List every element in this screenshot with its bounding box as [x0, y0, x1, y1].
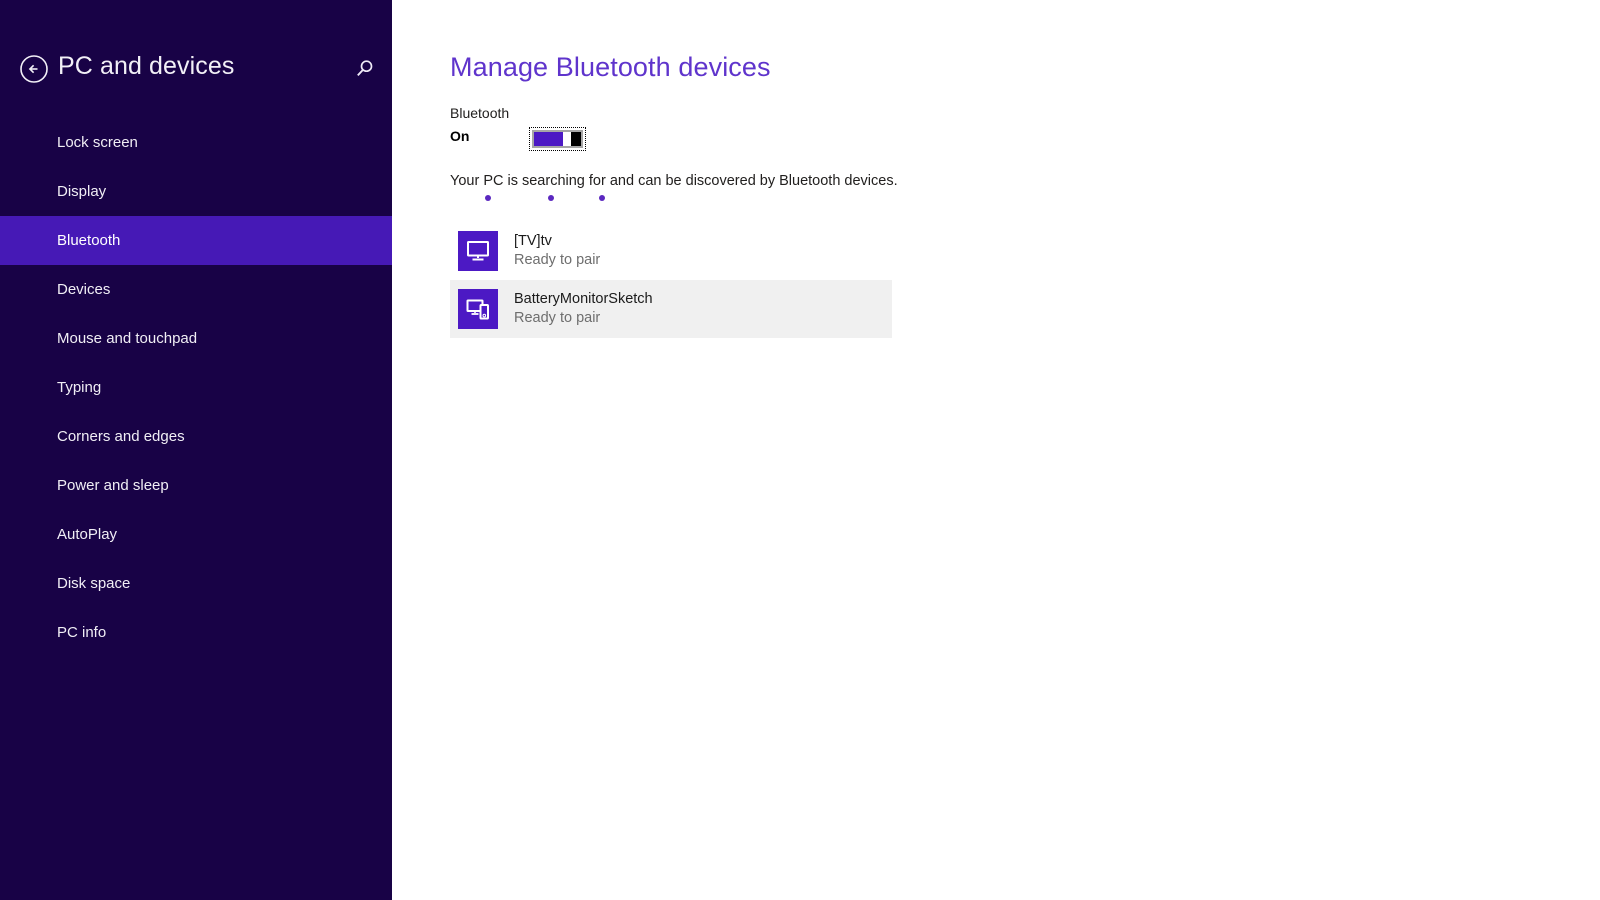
sidebar-item-power-and-sleep[interactable]: Power and sleep	[0, 461, 392, 510]
sidebar-item-disk-space[interactable]: Disk space	[0, 559, 392, 608]
sidebar-item-pc-info[interactable]: PC info	[0, 608, 392, 657]
sidebar-item-typing[interactable]: Typing	[0, 363, 392, 412]
progress-dot	[599, 195, 605, 201]
sidebar-item-display[interactable]: Display	[0, 167, 392, 216]
device-name: [TV]tv	[514, 233, 552, 249]
sidebar-item-corners-and-edges[interactable]: Corners and edges	[0, 412, 392, 461]
bluetooth-toggle-state: On	[450, 128, 470, 144]
sidebar-item-mouse-and-touchpad[interactable]: Mouse and touchpad	[0, 314, 392, 363]
search-icon[interactable]	[352, 57, 376, 81]
device-status: Ready to pair	[514, 310, 601, 326]
device-status: Ready to pair	[514, 252, 601, 268]
toggle-thumb[interactable]	[570, 132, 581, 146]
toggle-fill	[534, 132, 564, 146]
device-text: [TV]tv Ready to pair	[514, 232, 600, 270]
sidebar-item-lock-screen[interactable]: Lock screen	[0, 118, 392, 167]
settings-screen: PC and devices Lock screen Display Bluet…	[0, 0, 1600, 900]
monitor-icon	[458, 231, 498, 271]
bluetooth-toggle-label: Bluetooth	[450, 105, 510, 121]
sidebar-item-autoplay[interactable]: AutoPlay	[0, 510, 392, 559]
page-title: Manage Bluetooth devices	[450, 52, 771, 82]
bluetooth-device-list: [TV]tv Ready to pair BatteryMonitorSketc…	[450, 222, 892, 338]
progress-dot	[485, 195, 491, 201]
main-content: Manage Bluetooth devices Bluetooth On Yo…	[392, 0, 1600, 900]
page-header-title: PC and devices	[58, 52, 235, 80]
back-arrow-circle-icon[interactable]	[19, 54, 49, 84]
device-list-item[interactable]: BatteryMonitorSketch Ready to pair	[450, 280, 892, 338]
sidebar-item-bluetooth[interactable]: Bluetooth	[0, 216, 392, 265]
device-list-item[interactable]: [TV]tv Ready to pair	[450, 222, 892, 280]
bluetooth-toggle-row: On	[450, 127, 710, 153]
device-text: BatteryMonitorSketch Ready to pair	[514, 290, 653, 328]
toggle-track	[532, 130, 583, 148]
sidebar-item-devices[interactable]: Devices	[0, 265, 392, 314]
bluetooth-toggle-block: Bluetooth On	[450, 103, 710, 153]
bluetooth-toggle-switch[interactable]	[529, 127, 586, 151]
device-name: BatteryMonitorSketch	[514, 291, 653, 307]
search-status-text: Your PC is searching for and can be disc…	[450, 173, 898, 189]
sidebar: PC and devices Lock screen Display Bluet…	[0, 0, 392, 900]
monitor-and-phone-icon	[458, 289, 498, 329]
progress-dot	[548, 195, 554, 201]
sidebar-nav-list: Lock screen Display Bluetooth Devices Mo…	[0, 118, 392, 657]
sidebar-header: PC and devices	[0, 0, 392, 115]
progress-indicator	[450, 195, 750, 205]
